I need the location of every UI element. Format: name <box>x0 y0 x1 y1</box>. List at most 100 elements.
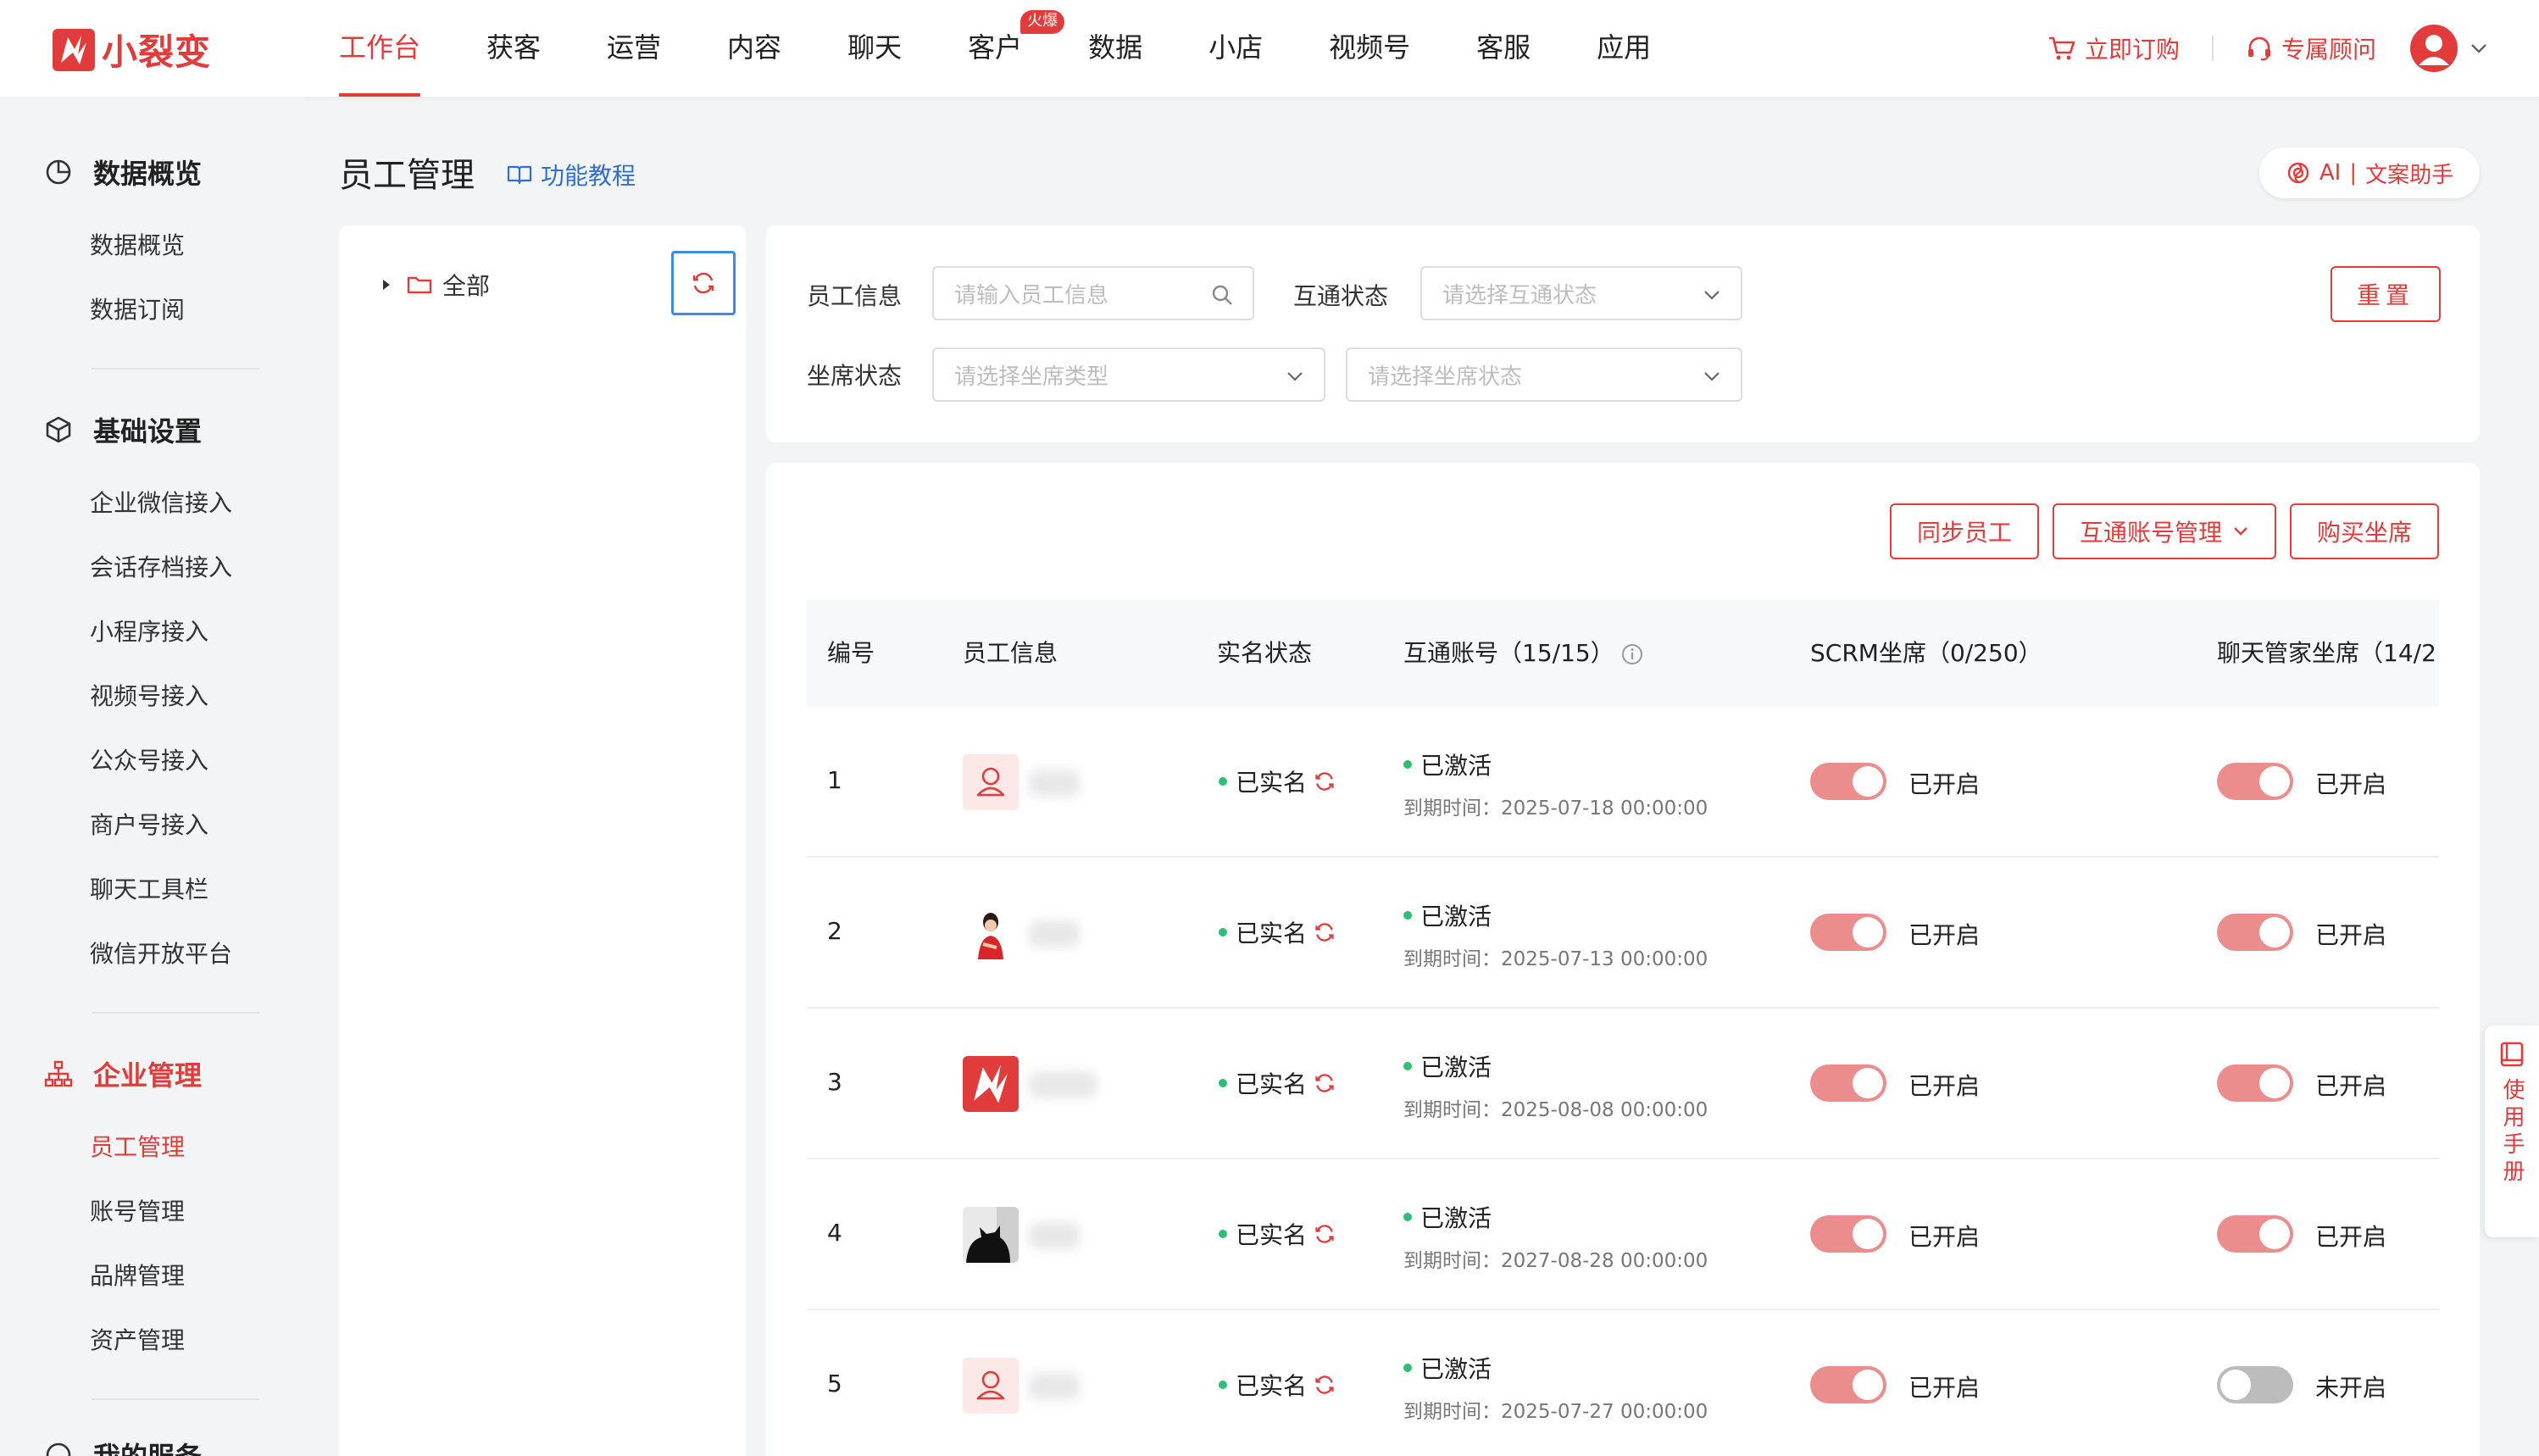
manual-book-icon <box>2500 1042 2524 1067</box>
reset-button[interactable]: 重置 <box>2331 266 2441 322</box>
sidebar-item-official-account[interactable]: 公众号接入 <box>90 742 208 776</box>
tutorial-link[interactable]: 功能教程 <box>507 158 636 192</box>
scrm-seat-toggle[interactable] <box>1810 763 1886 800</box>
nav-item-channels[interactable]: 视频号 <box>1329 0 1410 97</box>
subscribe-link[interactable]: 立即订购 <box>2047 31 2180 65</box>
nav-item-operation[interactable]: 运营 <box>607 0 661 97</box>
refresh-icon[interactable] <box>1314 770 1336 792</box>
buy-seat-button[interactable]: 购买坐席 <box>2290 503 2439 559</box>
nav-item-apps[interactable]: 应用 <box>1597 0 1651 97</box>
scrm-seat-label: 已开启 <box>1908 1223 1981 1251</box>
sync-employees-button[interactable]: 同步员工 <box>1890 503 2039 559</box>
verify-label: 已实名 <box>1236 1221 1308 1249</box>
tree-refresh-button[interactable] <box>671 251 736 315</box>
sidebar-group-my-service[interactable]: 我的服务 <box>44 1436 202 1456</box>
status-dot <box>1403 760 1412 769</box>
user-manual-float[interactable]: 使用手册 <box>2485 1025 2539 1237</box>
scrm-seat-toggle[interactable] <box>1810 1064 1886 1102</box>
main-nav: 工作台 获客 运营 内容 聊天 客户 火爆 数据 小店 视频号 客服 应用 <box>339 0 1717 97</box>
ai-assistant-button[interactable]: AI | 文案助手 <box>2259 147 2480 198</box>
org-chart-icon <box>44 1060 73 1087</box>
refresh-icon[interactable] <box>1314 921 1336 943</box>
search-icon[interactable] <box>1210 283 1234 307</box>
sidebar-item-merchant[interactable]: 商户号接入 <box>90 807 208 841</box>
sidebar-item-asset-management[interactable]: 资产管理 <box>90 1322 185 1356</box>
advisor-link[interactable]: 专属顾问 <box>2246 31 2376 65</box>
chat-seat-label: 已开启 <box>2315 770 2387 798</box>
cell-no: 5 <box>827 1370 842 1398</box>
sidebar-group-label: 基础设置 <box>93 415 203 447</box>
sidebar-item-chat-toolbar[interactable]: 聊天工具栏 <box>90 871 208 905</box>
chat-seat-toggle[interactable] <box>2217 1215 2293 1253</box>
account-active-status: 已激活 <box>1403 1351 1492 1385</box>
sidebar-item-channels[interactable]: 视频号接入 <box>90 678 208 712</box>
refresh-icon <box>692 272 714 294</box>
sidebar-group-label: 我的服务 <box>93 1436 202 1456</box>
verify-status: 已实名 <box>1219 1368 1336 1402</box>
chat-seat-toggle[interactable] <box>2217 1366 2293 1403</box>
chevron-down-icon[interactable] <box>2470 42 2488 54</box>
refresh-icon[interactable] <box>1314 1374 1336 1396</box>
sidebar-item-employee-management[interactable]: 员工管理 <box>90 1129 185 1163</box>
sidebar-item-data-subscription[interactable]: 数据订阅 <box>90 292 185 325</box>
refresh-icon[interactable] <box>1314 1223 1336 1245</box>
caret-right-icon[interactable] <box>381 278 392 292</box>
nav-item-chat[interactable]: 聊天 <box>847 0 902 97</box>
scrm-seat-toggle[interactable] <box>1810 1215 1886 1253</box>
seat-status-select[interactable]: 请选择坐席状态 <box>1346 347 1742 402</box>
status-dot <box>1219 777 1227 786</box>
nav-label: 数据 <box>1088 31 1143 64</box>
pie-chart-icon <box>46 159 71 185</box>
sidebar-item-brand-management[interactable]: 品牌管理 <box>90 1258 185 1292</box>
nav-item-workbench[interactable]: 工作台 <box>339 0 421 97</box>
chat-seat-toggle[interactable] <box>2217 914 2293 951</box>
employee-search-input[interactable]: 请输入员工信息 <box>932 266 1254 320</box>
nav-item-data[interactable]: 数据 <box>1088 0 1142 97</box>
expire-time: 到期时间：2025-07-13 00:00:00 <box>1403 948 1708 970</box>
sidebar-divider <box>92 1398 259 1400</box>
nav-item-customer[interactable]: 客户 火爆 <box>968 0 1065 97</box>
sidebar-item-data-overview[interactable]: 数据概览 <box>90 227 185 261</box>
scrm-seat-toggle[interactable] <box>1810 914 1886 951</box>
sidebar-item-open-platform[interactable]: 微信开放平台 <box>90 936 232 970</box>
info-icon[interactable] <box>1621 643 1643 665</box>
verify-label: 已实名 <box>1236 920 1308 948</box>
nav-item-acquire[interactable]: 获客 <box>486 0 541 97</box>
sidebar-item-account-management[interactable]: 账号管理 <box>90 1193 185 1227</box>
nav-label: 工作台 <box>339 31 421 64</box>
scrm-seat-label: 已开启 <box>1908 770 1981 798</box>
sidebar-item-wecom[interactable]: 企业微信接入 <box>90 485 232 519</box>
chevron-down-icon <box>2234 527 2247 536</box>
headset-icon <box>2247 36 2270 61</box>
nav-item-service[interactable]: 客服 <box>1476 0 1531 97</box>
verify-status: 已实名 <box>1219 1066 1336 1100</box>
scrm-seat-toggle[interactable] <box>1810 1366 1886 1403</box>
seat-type-select[interactable]: 请选择坐席类型 <box>932 347 1325 402</box>
account-management-dropdown[interactable]: 互通账号管理 <box>2053 503 2276 559</box>
col-account-label: 互通账号（15/15） <box>1403 639 1614 667</box>
sidebar-item-miniprogram[interactable]: 小程序接入 <box>90 614 208 647</box>
tree-node-all[interactable]: 全部 <box>381 268 490 302</box>
person-icon <box>963 754 1019 810</box>
col-chat: 聊天管家坐席（14/2 <box>2217 639 2436 667</box>
link-status-select[interactable]: 请选择互通状态 <box>1420 266 1742 320</box>
nav-item-content[interactable]: 内容 <box>727 0 781 97</box>
employee-photo <box>963 905 1019 961</box>
sidebar-item-session-archive[interactable]: 会话存档接入 <box>90 549 232 583</box>
user-avatar[interactable] <box>2410 25 2458 72</box>
verify-status: 已实名 <box>1219 915 1336 949</box>
employee-name-blurred <box>1029 1222 1080 1249</box>
sidebar-group-enterprise[interactable]: 企业管理 <box>44 1054 202 1093</box>
sidebar-group-overview[interactable]: 数据概览 <box>44 153 202 192</box>
ai-assistant-label: 文案助手 <box>2365 162 2454 188</box>
nav-label: 客户 <box>968 31 1023 64</box>
brand-logo[interactable]: 小裂变 <box>53 24 211 75</box>
sidebar-group-basic-settings[interactable]: 基础设置 <box>44 410 202 449</box>
nav-item-shop[interactable]: 小店 <box>1208 0 1263 97</box>
nav-label: 小店 <box>1208 31 1264 64</box>
chat-seat-toggle[interactable] <box>2217 763 2293 800</box>
refresh-icon[interactable] <box>1314 1072 1336 1094</box>
verify-label: 已实名 <box>1236 1372 1308 1400</box>
chat-seat-toggle[interactable] <box>2217 1064 2293 1102</box>
ai-separator: | <box>2349 160 2358 186</box>
